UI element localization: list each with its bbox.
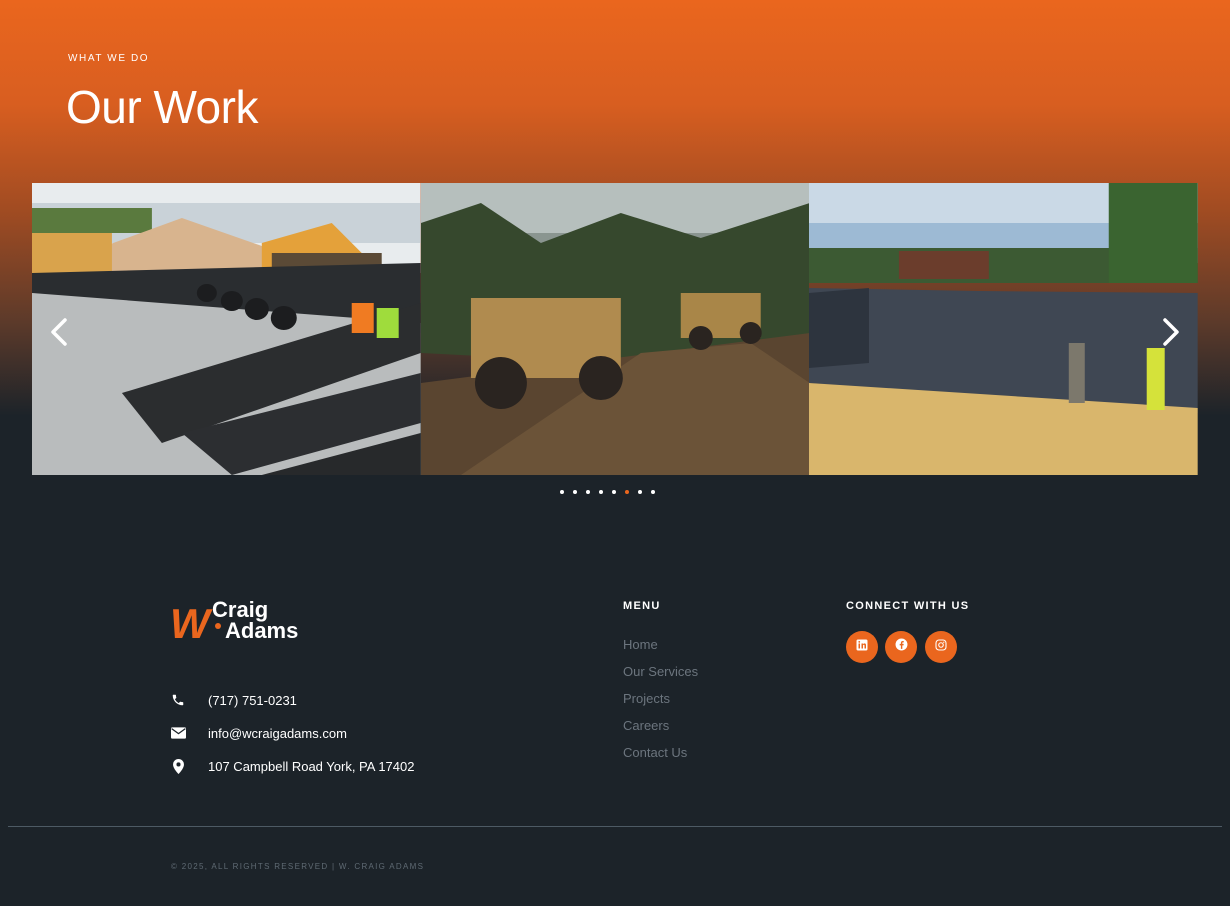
menu-heading: MENU [623, 600, 661, 612]
section-eyebrow: WHAT WE DO [68, 53, 150, 64]
pipe-installation-photo [32, 183, 421, 475]
carousel-dot[interactable] [651, 490, 655, 494]
carousel-dot[interactable] [625, 490, 629, 494]
carousel-dot[interactable] [599, 490, 603, 494]
contact-address: 107 Campbell Road York, PA 17402 [170, 758, 414, 774]
menu-link-projects[interactable]: Projects [623, 691, 670, 706]
menu-link-careers[interactable]: Careers [623, 718, 669, 733]
connect-heading: CONNECT WITH US [846, 600, 970, 612]
chevron-right-icon[interactable] [1156, 312, 1186, 352]
carousel-dot[interactable] [612, 490, 616, 494]
linkedin-button[interactable] [846, 631, 878, 663]
carousel-dot[interactable] [586, 490, 590, 494]
carousel-dot[interactable] [573, 490, 577, 494]
map-pin-icon [170, 758, 186, 774]
menu-link-contact-us[interactable]: Contact Us [623, 745, 687, 760]
facebook-button[interactable] [885, 631, 917, 663]
contact-email[interactable]: info@wcraigadams.com [170, 725, 347, 741]
menu-link-home[interactable]: Home [623, 637, 658, 652]
work-carousel[interactable] [32, 183, 1198, 475]
phone-icon [170, 692, 186, 708]
carousel-dot[interactable] [560, 490, 564, 494]
footer-divider [8, 826, 1222, 827]
logo-line2: Adams [225, 618, 298, 643]
carousel-pagination [560, 488, 655, 496]
linkedin-icon [856, 638, 868, 656]
pond-liner-photo [809, 183, 1198, 475]
facebook-icon [895, 638, 908, 656]
carousel-dot[interactable] [638, 490, 642, 494]
brand-logo[interactable]: W Craig Adams [170, 596, 320, 647]
logo-mark: W [170, 600, 213, 644]
contact-phone[interactable]: (717) 751-0231 [170, 692, 297, 708]
chevron-left-icon[interactable] [44, 312, 74, 352]
contact-address-text: 107 Campbell Road York, PA 17402 [208, 758, 415, 774]
earthmovers-photo [420, 183, 810, 475]
instagram-button[interactable] [925, 631, 957, 663]
contact-email-text: info@wcraigadams.com [208, 725, 347, 741]
copyright-text: © 2025, ALL RIGHTS RESERVED | W. CRAIG A… [171, 862, 425, 871]
envelope-icon [170, 725, 186, 741]
instagram-icon [935, 638, 947, 656]
menu-link-our-services[interactable]: Our Services [623, 664, 698, 679]
contact-phone-text: (717) 751-0231 [208, 692, 297, 708]
page-title: Our Work [66, 81, 258, 133]
